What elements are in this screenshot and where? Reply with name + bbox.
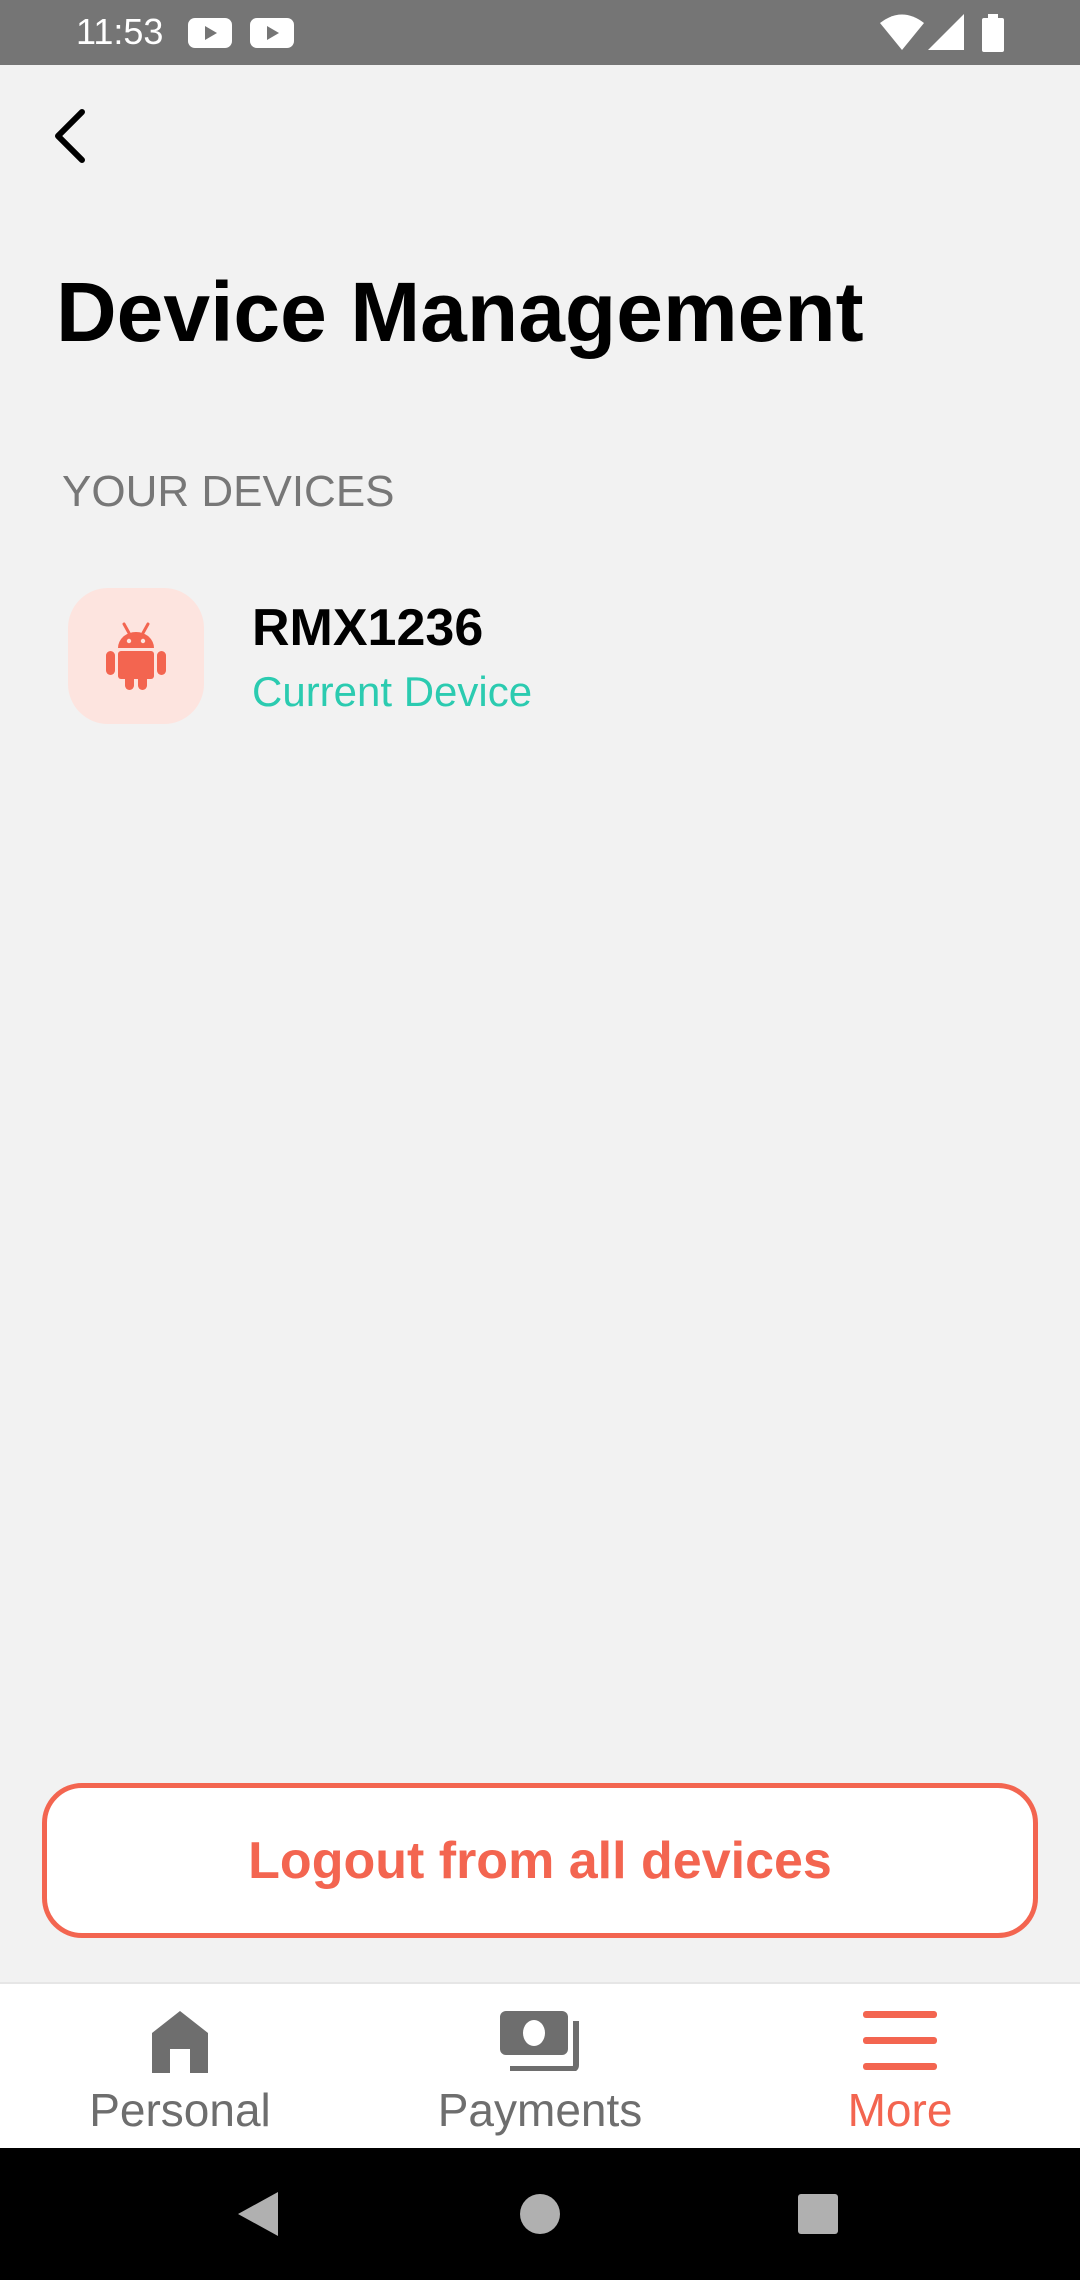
nav-item-personal[interactable]: Personal	[0, 1984, 360, 2148]
android-icon	[106, 622, 166, 690]
money-icon	[360, 2004, 720, 2078]
back-triangle-icon	[238, 2192, 278, 2236]
home-icon	[0, 2004, 360, 2078]
nav-item-more[interactable]: More	[720, 1984, 1080, 2148]
chevron-left-icon	[55, 109, 85, 163]
recents-square-icon	[798, 2194, 838, 2234]
logout-all-devices-button[interactable]: Logout from all devices	[42, 1783, 1038, 1938]
nav-label-more: More	[847, 2084, 953, 2136]
youtube-icon	[250, 18, 294, 53]
back-button[interactable]	[40, 100, 100, 172]
home-circle-icon	[520, 2194, 560, 2234]
page-title: Device Management	[56, 265, 864, 359]
wifi-icon	[880, 14, 924, 55]
system-recents-button[interactable]	[758, 2148, 878, 2280]
nav-label-personal: Personal	[89, 2084, 271, 2136]
bottom-nav: Personal Payments More	[0, 1982, 1080, 2148]
system-home-button[interactable]	[480, 2148, 600, 2280]
nav-label-payments: Payments	[437, 2084, 643, 2136]
device-status: Current Device	[252, 668, 533, 715]
device-name: RMX1236	[252, 599, 484, 657]
nav-item-payments[interactable]: Payments	[360, 1984, 720, 2148]
youtube-icon	[188, 18, 232, 53]
menu-icon	[720, 2004, 1080, 2078]
system-nav-bar	[0, 2148, 1080, 2280]
device-icon-tile	[68, 588, 204, 724]
status-time: 11:53	[76, 11, 164, 52]
section-label: YOUR DEVICES	[62, 467, 395, 516]
device-list-item[interactable]: RMX1236 Current Device	[68, 588, 1008, 728]
signal-icon	[928, 14, 964, 55]
status-bar: 11:53	[0, 0, 1080, 65]
system-back-button[interactable]	[198, 2148, 318, 2280]
battery-icon	[982, 14, 1004, 57]
